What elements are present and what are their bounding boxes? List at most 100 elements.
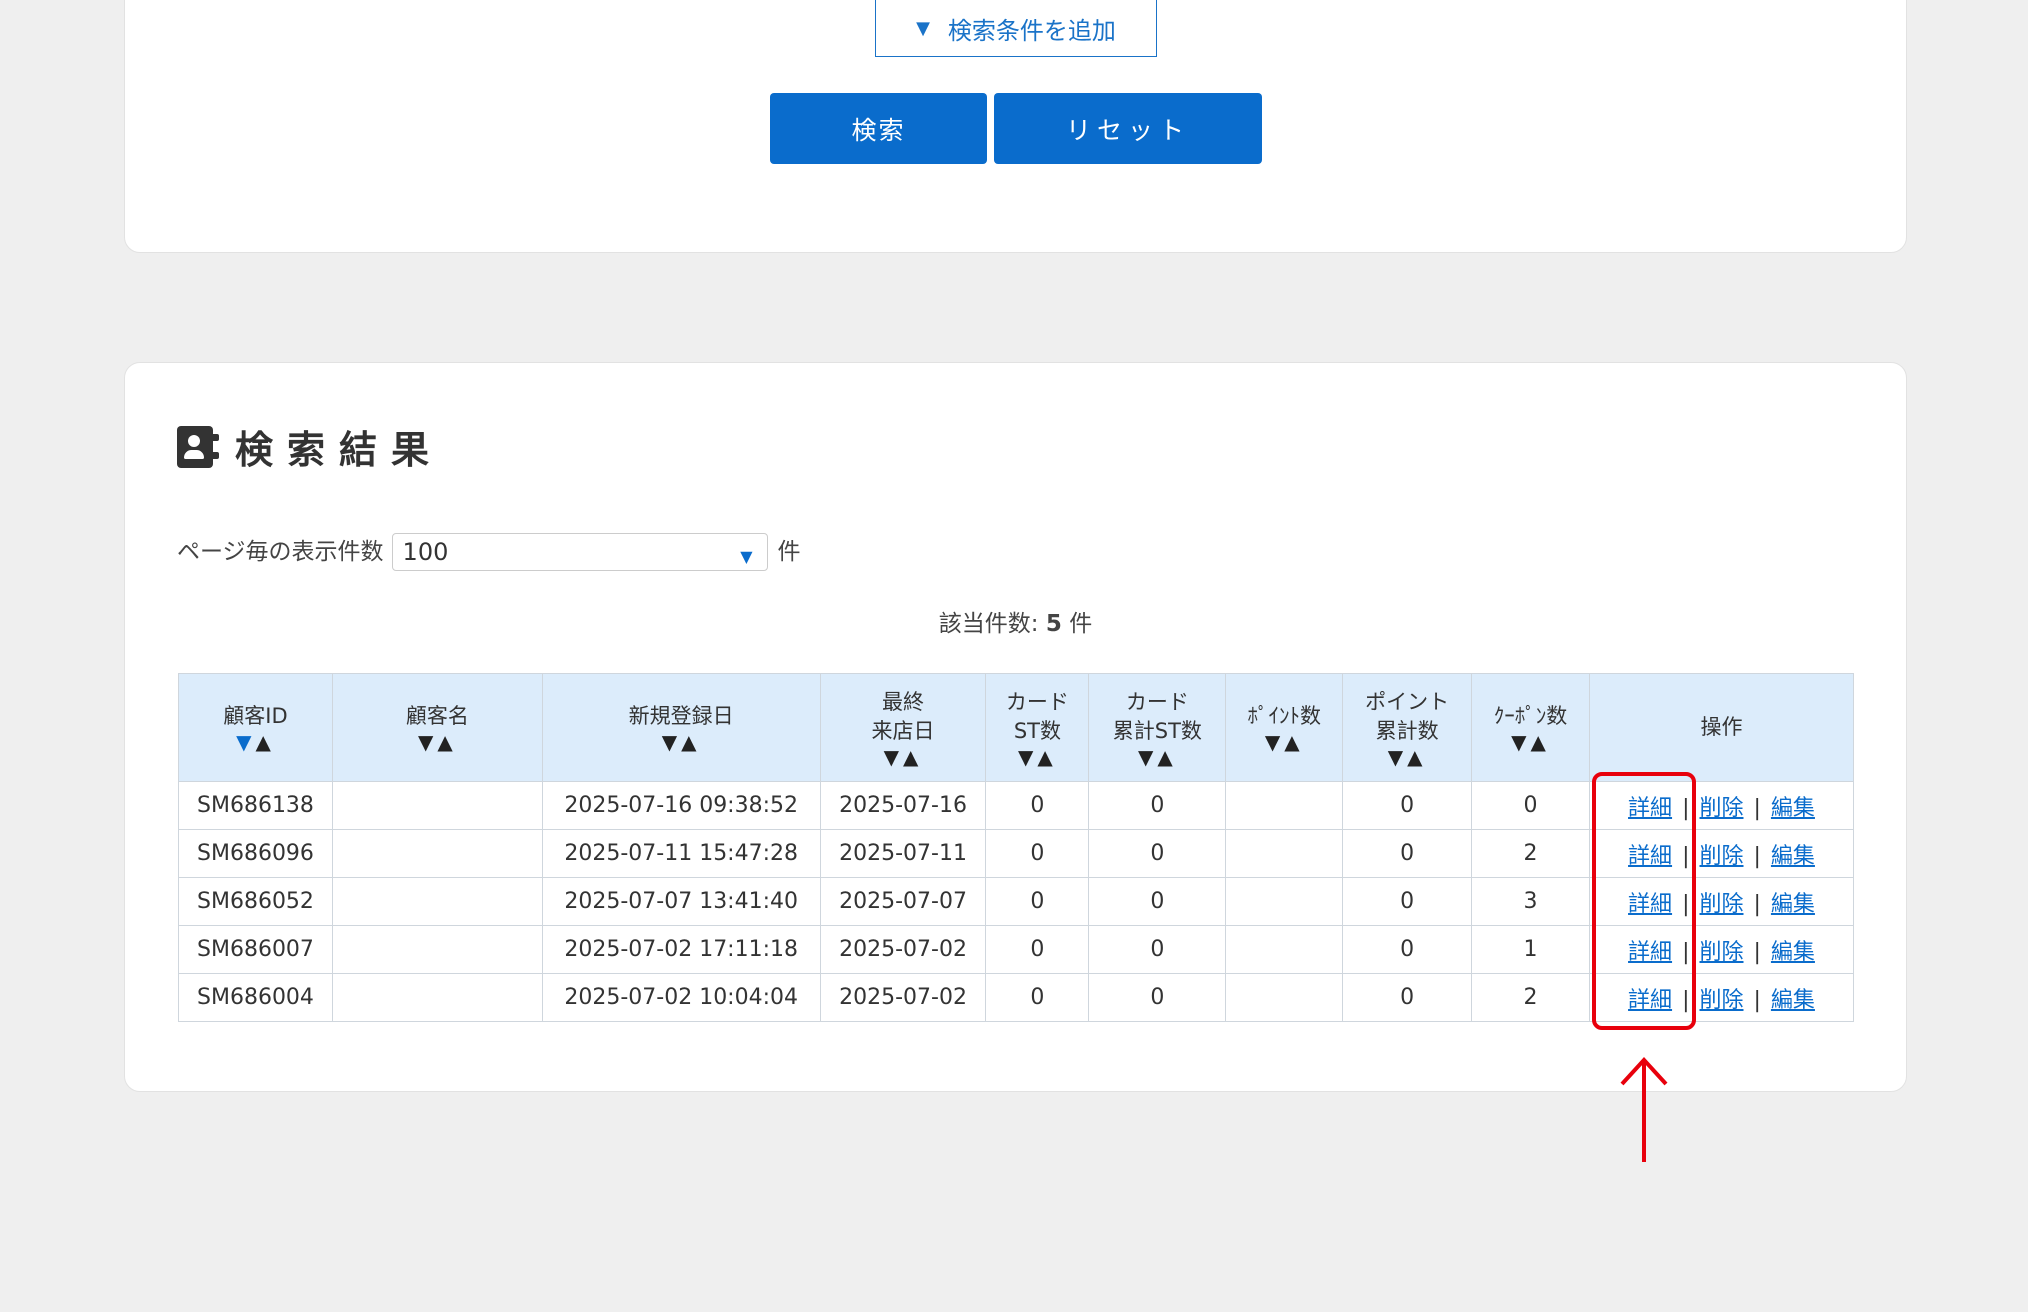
sort-asc-icon[interactable]: ▲: [1037, 745, 1056, 769]
cell-id: SM686138: [178, 781, 333, 830]
cell-card-total-st: 0: [1088, 781, 1227, 830]
separator: |: [1753, 843, 1761, 869]
cell-last-visit: 2025-07-02: [819, 925, 987, 974]
column-header-label: ｸｰﾎﾟﾝ数: [1493, 704, 1568, 728]
edit-link[interactable]: 編集: [1771, 988, 1815, 1013]
sort-asc-icon[interactable]: ▲: [903, 745, 922, 769]
column-header-label: ポイント: [1365, 689, 1450, 714]
red-arrow-up-icon: [1620, 1057, 1668, 1162]
cell-id: SM686052: [178, 877, 333, 926]
column-header-9: 操作: [1589, 673, 1854, 782]
column-header-label: 操作: [1700, 715, 1743, 739]
cell-registered: 2025-07-11 15:47:28: [541, 829, 821, 878]
column-header-label: ﾎﾟｲﾝﾄ数: [1247, 704, 1321, 728]
cell-last-visit: 2025-07-02: [819, 973, 987, 1022]
result-count-value: 5: [1045, 611, 1062, 637]
delete-link[interactable]: 削除: [1699, 940, 1743, 965]
sort-desc-icon[interactable]: ▼: [1138, 745, 1157, 769]
sort-asc-icon[interactable]: ▲: [1531, 730, 1550, 754]
sort-desc-icon[interactable]: ▼: [236, 730, 255, 754]
column-header-label: カード: [1125, 689, 1189, 714]
separator: |: [1753, 891, 1761, 917]
edit-link[interactable]: 編集: [1771, 892, 1815, 917]
sort-desc-icon[interactable]: ▼: [1265, 730, 1284, 754]
column-header-label-line2: ST数: [1013, 718, 1062, 743]
sort-asc-icon[interactable]: ▲: [255, 730, 274, 754]
sort-asc-icon[interactable]: ▲: [437, 730, 456, 754]
cell-card-st: 0: [985, 781, 1090, 830]
cell-last-visit: 2025-07-07: [819, 877, 987, 926]
cell-points-total: 0: [1342, 877, 1473, 926]
cell-points: [1225, 829, 1344, 878]
table-header-row: 顧客ID ▼▲ 顧客名 ▼▲ 新規登録日 ▼▲ 最終 来店日 ▼▲ カード ST数 ▼▲ カード 累計ST…: [178, 673, 1854, 782]
column-header-2: 新規登録日 ▼▲: [541, 673, 821, 782]
sort-desc-icon[interactable]: ▼: [1388, 745, 1407, 769]
per-page-label: ページ毎の表示件数: [177, 539, 384, 565]
column-header-1: 顧客名 ▼▲: [331, 673, 543, 782]
cell-card-total-st: 0: [1088, 973, 1227, 1022]
cell-card-total-st: 0: [1088, 877, 1227, 926]
sort-controls: ▼▲: [1226, 731, 1342, 753]
cell-name: [331, 973, 543, 1022]
column-header-0: 顧客ID ▼▲: [178, 673, 333, 782]
edit-link[interactable]: 編集: [1771, 844, 1815, 869]
separator: |: [1753, 939, 1761, 965]
cell-coupons: 1: [1471, 925, 1590, 974]
per-page-control: ページ毎の表示件数 100 ▼ 件: [177, 527, 801, 571]
sort-asc-icon[interactable]: ▲: [1284, 730, 1303, 754]
column-header-label-line2: 累計ST数: [1112, 718, 1202, 743]
sort-asc-icon[interactable]: ▲: [681, 730, 700, 754]
separator: |: [1753, 987, 1761, 1013]
cell-registered: 2025-07-02 17:11:18: [541, 925, 821, 974]
delete-link[interactable]: 削除: [1699, 892, 1743, 917]
sort-controls: ▼▲: [821, 746, 986, 768]
column-header-label: 顧客ID: [223, 704, 288, 728]
reset-button[interactable]: リセット: [994, 93, 1262, 164]
cell-points-total: 0: [1342, 829, 1473, 878]
sort-controls: ▼▲: [1472, 731, 1589, 753]
add-condition-button[interactable]: ▼ 検索条件を追加: [875, 0, 1157, 57]
column-header-6: ﾎﾟｲﾝﾄ数 ▼▲: [1225, 673, 1344, 782]
edit-link[interactable]: 編集: [1771, 940, 1815, 965]
cell-coupons: 0: [1471, 781, 1590, 830]
sort-desc-icon[interactable]: ▼: [1511, 730, 1530, 754]
sort-asc-icon[interactable]: ▲: [1157, 745, 1176, 769]
sort-controls: ▼▲: [333, 731, 542, 753]
column-header-label-line2: 来店日: [871, 718, 935, 743]
column-header-label: カード: [1005, 689, 1069, 714]
sort-desc-icon[interactable]: ▼: [1018, 745, 1037, 769]
search-button[interactable]: 検索: [770, 93, 987, 164]
cell-card-st: 0: [985, 829, 1090, 878]
cell-last-visit: 2025-07-11: [819, 829, 987, 878]
delete-link[interactable]: 削除: [1699, 844, 1743, 869]
edit-link[interactable]: 編集: [1771, 796, 1815, 821]
contact-book-icon: [177, 425, 219, 468]
column-header-3: 最終 来店日 ▼▲: [819, 673, 987, 782]
cell-coupons: 2: [1471, 829, 1590, 878]
cell-last-visit: 2025-07-16: [819, 781, 987, 830]
cell-points-total: 0: [1342, 925, 1473, 974]
delete-link[interactable]: 削除: [1699, 796, 1743, 821]
cell-registered: 2025-07-02 10:04:04: [541, 973, 821, 1022]
per-page-select[interactable]: 100 ▼: [391, 533, 768, 571]
sort-asc-icon[interactable]: ▲: [1407, 745, 1426, 769]
sort-desc-icon[interactable]: ▼: [884, 745, 903, 769]
cell-registered: 2025-07-16 09:38:52: [541, 781, 821, 830]
sort-controls: ▼▲: [179, 731, 332, 753]
cell-points: [1225, 925, 1344, 974]
cell-coupons: 2: [1471, 973, 1590, 1022]
cell-points-total: 0: [1342, 973, 1473, 1022]
sort-desc-icon[interactable]: ▼: [662, 730, 681, 754]
cell-id: SM686004: [178, 973, 333, 1022]
cell-card-total-st: 0: [1088, 925, 1227, 974]
cell-card-st: 0: [985, 973, 1090, 1022]
sort-controls: ▼▲: [543, 731, 820, 753]
sort-desc-icon[interactable]: ▼: [418, 730, 437, 754]
cell-name: [331, 781, 543, 830]
column-header-label-line2: 累計数: [1375, 718, 1439, 743]
delete-link[interactable]: 削除: [1699, 988, 1743, 1013]
column-header-label: 新規登録日: [628, 704, 734, 728]
cell-name: [331, 877, 543, 926]
cell-id: SM686096: [178, 829, 333, 878]
separator: |: [1753, 795, 1761, 821]
